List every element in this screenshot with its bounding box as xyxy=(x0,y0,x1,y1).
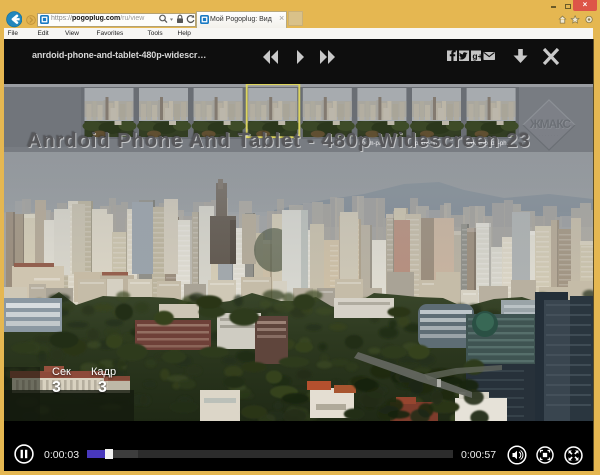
svg-text:·······: ······· xyxy=(539,133,560,138)
svg-text:g+: g+ xyxy=(472,51,482,61)
svg-text:ЖМАКС: ЖМАКС xyxy=(529,117,572,131)
